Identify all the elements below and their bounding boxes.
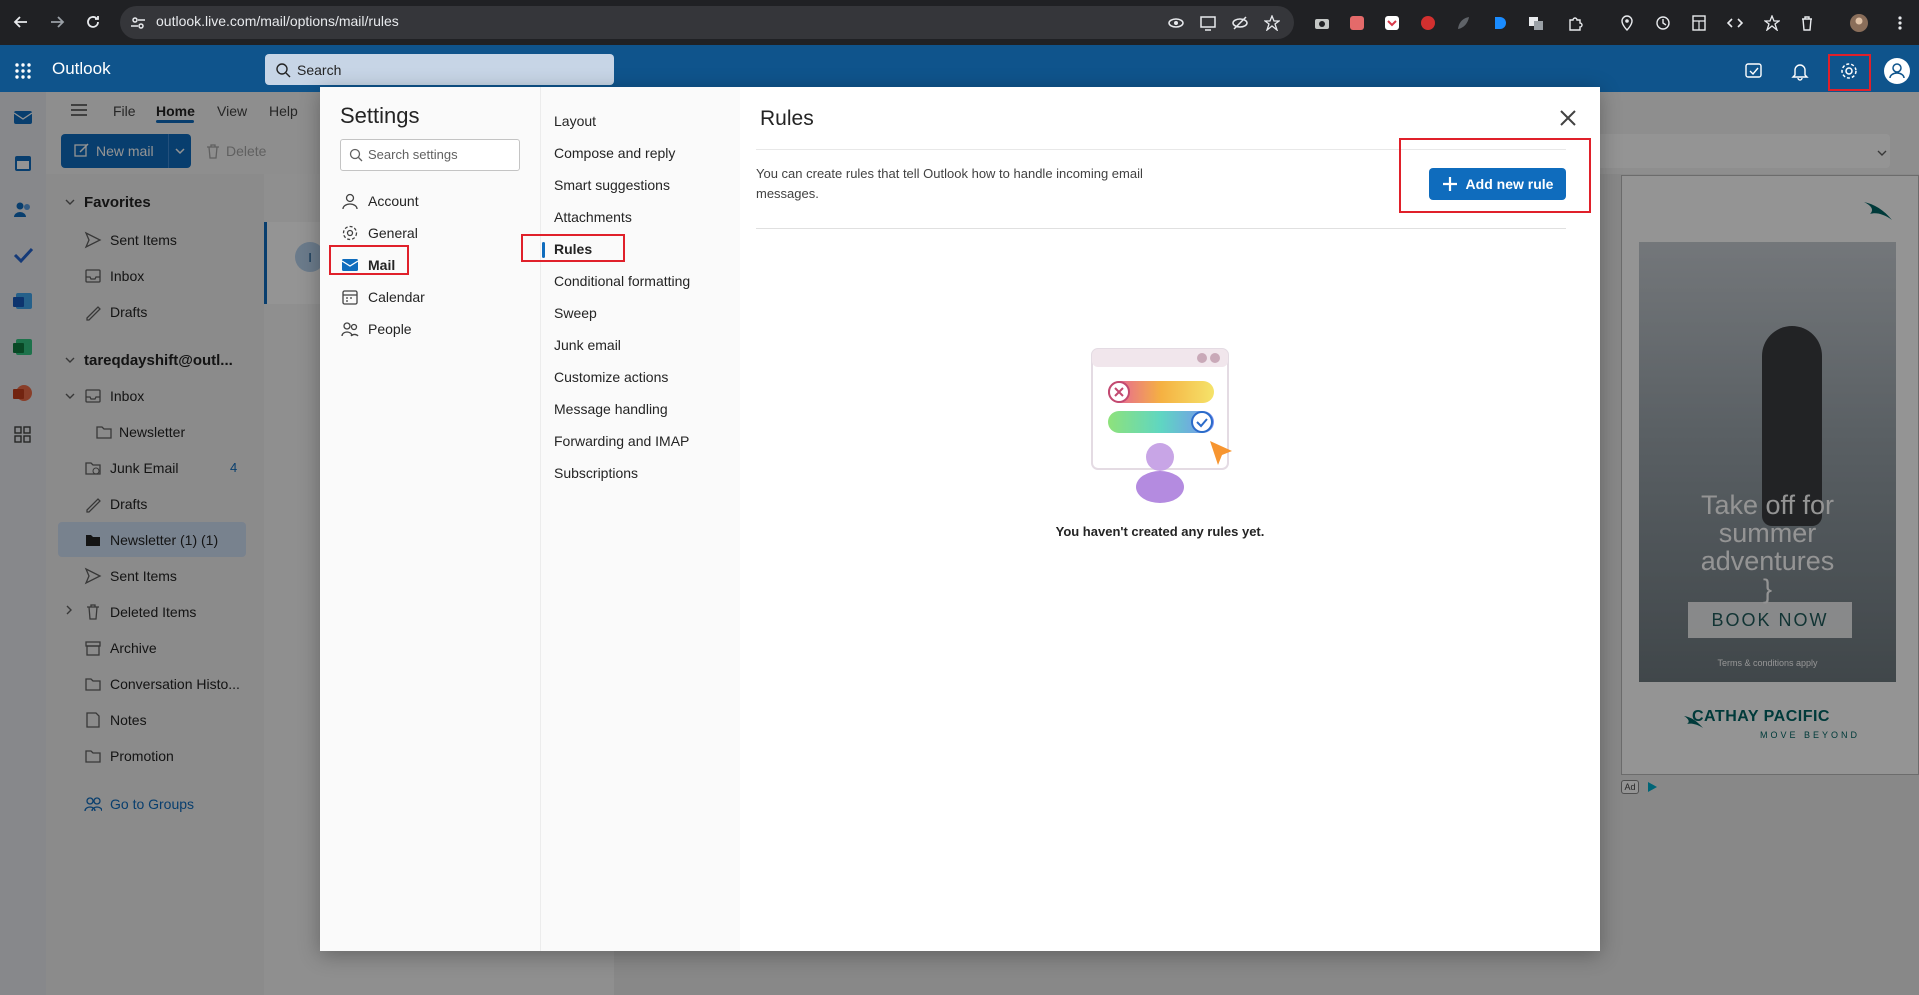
extension-leaf-icon[interactable] <box>1453 13 1473 33</box>
subcategory-compose-and-reply[interactable]: Compose and reply <box>554 145 675 161</box>
subcategory-attachments[interactable]: Attachments <box>554 209 632 225</box>
camera-extension-icon[interactable] <box>1312 13 1332 33</box>
trash-icon[interactable] <box>1797 13 1817 33</box>
pocket-extension-icon[interactable] <box>1382 13 1402 33</box>
subcategory-smart-suggestions[interactable]: Smart suggestions <box>554 177 670 193</box>
settings-categories-pane <box>320 87 540 951</box>
rules-empty-illustration <box>1080 345 1240 510</box>
add-rule-highlight <box>1399 138 1591 213</box>
back-icon[interactable] <box>10 11 32 33</box>
rules-page-title: Rules <box>760 107 814 130</box>
search-placeholder: Search <box>297 62 342 78</box>
app-title[interactable]: Outlook <box>52 59 111 79</box>
location-pin-icon[interactable] <box>1617 13 1637 33</box>
calendar-icon <box>341 288 359 306</box>
extension-red-icon[interactable] <box>1347 13 1367 33</box>
person-icon <box>341 192 359 210</box>
favorites-icon[interactable] <box>1762 13 1782 33</box>
subcategory-sweep[interactable]: Sweep <box>554 305 597 321</box>
bell-icon[interactable] <box>1790 61 1810 81</box>
category-people[interactable]: People <box>368 321 412 337</box>
extension-s-icon[interactable] <box>1418 13 1438 33</box>
category-general[interactable]: General <box>368 225 418 241</box>
rules-empty-message: You haven't created any rules yet. <box>1055 524 1265 539</box>
settings-title: Settings <box>340 103 420 128</box>
install-app-icon[interactable] <box>1198 13 1218 33</box>
browser-menu-icon[interactable] <box>1890 13 1910 33</box>
profile-avatar-icon[interactable] <box>1849 13 1869 33</box>
subcategory-junk-email[interactable]: Junk email <box>554 337 621 353</box>
subcategory-layout[interactable]: Layout <box>554 113 596 129</box>
url-text: outlook.live.com/mail/options/mail/rules <box>156 13 399 29</box>
category-calendar[interactable]: Calendar <box>368 289 425 305</box>
app-launcher-icon[interactable] <box>14 62 32 80</box>
extension-d-icon[interactable] <box>1490 13 1510 33</box>
rules-highlight <box>521 234 625 262</box>
subcategory-forwarding-and-imap[interactable]: Forwarding and IMAP <box>554 433 689 449</box>
search-icon <box>275 62 291 78</box>
extensions-puzzle-icon[interactable] <box>1565 13 1585 33</box>
settings-search-placeholder: Search settings <box>368 147 458 162</box>
rules-description: You can create rules that tell Outlook h… <box>756 166 1143 201</box>
content-divider <box>756 228 1566 229</box>
code-icon[interactable] <box>1725 13 1745 33</box>
history-icon[interactable] <box>1653 13 1673 33</box>
bookmark-star-icon[interactable] <box>1262 13 1282 33</box>
gear-icon <box>341 224 359 242</box>
eye-off-icon[interactable] <box>1230 13 1250 33</box>
forward-icon[interactable] <box>46 11 68 33</box>
calculator-icon[interactable] <box>1689 13 1709 33</box>
subcategory-subscriptions[interactable]: Subscriptions <box>554 465 638 481</box>
reload-icon[interactable] <box>82 11 104 33</box>
close-icon[interactable] <box>1556 106 1580 130</box>
subcategory-message-handling[interactable]: Message handling <box>554 401 668 417</box>
my-day-icon[interactable] <box>1744 61 1764 81</box>
people-icon <box>341 320 359 338</box>
mail-highlight <box>329 245 409 275</box>
account-avatar-icon[interactable] <box>1883 57 1911 85</box>
site-settings-icon[interactable] <box>129 14 147 32</box>
settings-gear-icon[interactable] <box>1839 61 1859 81</box>
category-account[interactable]: Account <box>368 193 419 209</box>
subcategory-conditional-formatting[interactable]: Conditional formatting <box>554 273 690 289</box>
eye-icon[interactable] <box>1166 13 1186 33</box>
subcategory-customize-actions[interactable]: Customize actions <box>554 369 668 385</box>
search-icon <box>349 148 363 162</box>
extension-translate-icon[interactable] <box>1526 13 1546 33</box>
